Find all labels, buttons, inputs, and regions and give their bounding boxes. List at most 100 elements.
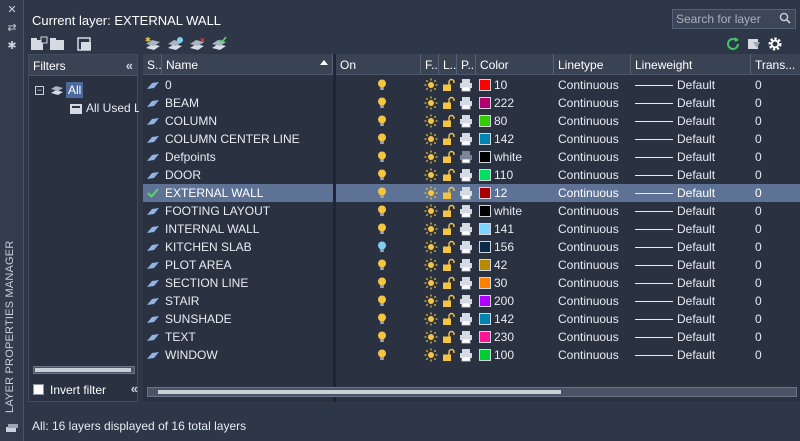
thaw-sun-icon[interactable] (424, 222, 438, 236)
column-header-on[interactable]: On (336, 54, 421, 75)
layer-row[interactable]: DOOR 110 Continuous Default 0 (143, 166, 800, 184)
layer-name[interactable]: PLOT AREA (165, 256, 333, 274)
linetype-value[interactable]: Continuous (558, 292, 630, 310)
color-value[interactable]: 141 (494, 220, 554, 238)
transparency-value[interactable]: 0 (755, 274, 795, 292)
unlock-icon[interactable] (441, 276, 455, 290)
linetype-value[interactable]: Continuous (558, 148, 630, 166)
color-value[interactable]: 110 (494, 166, 554, 184)
unlock-icon[interactable] (441, 168, 455, 182)
lightbulb-on-icon[interactable] (375, 114, 389, 128)
linetype-value[interactable]: Continuous (558, 184, 630, 202)
lightbulb-on-icon[interactable] (375, 168, 389, 182)
delete-layer-icon[interactable]: ✕ (188, 36, 206, 52)
color-value[interactable]: 200 (494, 292, 554, 310)
filters-scroll-thumb[interactable] (35, 368, 131, 372)
lightbulb-on-icon[interactable] (375, 258, 389, 272)
layer-row[interactable]: EXTERNAL WALL 12 Continuous Default 0 (143, 184, 800, 202)
layer-row[interactable]: Defpoints white Continuous Default 0 (143, 148, 800, 166)
lightbulb-on-icon[interactable] (375, 186, 389, 200)
unlock-icon[interactable] (441, 312, 455, 326)
unlock-icon[interactable] (441, 330, 455, 344)
filter-tree-all[interactable]: − All (33, 82, 133, 98)
new-layer-vp-frozen-icon[interactable] (166, 36, 184, 52)
color-value[interactable]: 142 (494, 310, 554, 328)
linetype-value[interactable]: Continuous (558, 346, 630, 364)
transparency-value[interactable]: 0 (755, 328, 795, 346)
layer-row[interactable]: COLUMN CENTER LINE 142 Continuous Default 0 (143, 130, 800, 148)
layer-row[interactable]: STAIR 200 Continuous Default 0 (143, 292, 800, 310)
filter-tree-all-used-layers[interactable]: All Used La (69, 100, 139, 116)
color-swatch[interactable] (479, 331, 491, 343)
layer-row[interactable]: BEAM 222 Continuous Default 0 (143, 94, 800, 112)
linetype-value[interactable]: Continuous (558, 238, 630, 256)
linetype-value[interactable]: Continuous (558, 76, 630, 94)
transparency-value[interactable]: 0 (755, 148, 795, 166)
layer-list-scroll-thumb[interactable] (158, 390, 561, 394)
lineweight-value[interactable]: Default (677, 274, 747, 292)
color-swatch[interactable] (479, 187, 491, 199)
transparency-value[interactable]: 0 (755, 130, 795, 148)
unlock-icon[interactable] (441, 294, 455, 308)
color-swatch[interactable] (479, 79, 491, 91)
lightbulb-on-icon[interactable] (375, 240, 389, 254)
linetype-value[interactable]: Continuous (558, 202, 630, 220)
column-header-color[interactable]: Color (476, 54, 554, 75)
thaw-sun-icon[interactable] (424, 312, 438, 326)
color-value[interactable]: white (494, 148, 554, 166)
layer-states-manager-icon[interactable] (76, 36, 94, 52)
lineweight-value[interactable]: Default (677, 292, 747, 310)
set-current-icon[interactable] (210, 36, 228, 52)
unlock-icon[interactable] (441, 240, 455, 254)
new-group-filter-icon[interactable] (49, 36, 67, 52)
gear-icon[interactable] (766, 36, 784, 52)
color-value[interactable]: 12 (494, 184, 554, 202)
unlock-icon[interactable] (441, 132, 455, 146)
plot-printer-icon[interactable] (459, 78, 473, 92)
column-header-name[interactable]: Name (162, 54, 333, 75)
unlock-icon[interactable] (441, 78, 455, 92)
plot-printer-icon[interactable] (459, 312, 473, 326)
plot-printer-icon[interactable] (459, 276, 473, 290)
column-header-plot[interactable]: P... (457, 54, 476, 75)
plot-printer-icon[interactable] (459, 204, 473, 218)
layer-row[interactable]: KITCHEN SLAB 156 Continuous Default 0 (143, 238, 800, 256)
layer-list-horizontal-scrollbar[interactable] (147, 387, 797, 397)
color-swatch[interactable] (479, 97, 491, 109)
refresh-icon[interactable] (724, 36, 742, 52)
column-header-lock[interactable]: L... (439, 54, 457, 75)
layer-name[interactable]: COLUMN (165, 112, 333, 130)
invert-filter-checkbox[interactable] (33, 384, 44, 395)
collapse-tree-icon[interactable]: « (131, 381, 138, 396)
lightbulb-on-icon[interactable] (375, 132, 389, 146)
linetype-value[interactable]: Continuous (558, 310, 630, 328)
plot-printer-icon[interactable] (459, 240, 473, 254)
thaw-sun-icon[interactable] (424, 258, 438, 272)
color-swatch[interactable] (479, 223, 491, 235)
plot-printer-icon[interactable] (459, 330, 473, 344)
plot-printer-icon[interactable] (459, 96, 473, 110)
color-swatch[interactable] (479, 277, 491, 289)
lineweight-value[interactable]: Default (677, 76, 747, 94)
transparency-value[interactable]: 0 (755, 202, 795, 220)
thaw-sun-icon[interactable] (424, 240, 438, 254)
color-value[interactable]: 80 (494, 112, 554, 130)
color-swatch[interactable] (479, 169, 491, 181)
transparency-value[interactable]: 0 (755, 292, 795, 310)
layer-name[interactable]: BEAM (165, 94, 333, 112)
thaw-sun-icon[interactable] (424, 348, 438, 362)
layer-name[interactable]: TEXT (165, 328, 333, 346)
color-value[interactable]: 156 (494, 238, 554, 256)
linetype-value[interactable]: Continuous (558, 274, 630, 292)
plot-printer-icon[interactable] (459, 168, 473, 182)
color-value[interactable]: 42 (494, 256, 554, 274)
lightbulb-on-icon[interactable] (375, 294, 389, 308)
new-property-filter-icon[interactable] (30, 36, 48, 52)
filters-horizontal-scrollbar[interactable] (33, 366, 135, 374)
lineweight-value[interactable]: Default (677, 256, 747, 274)
thaw-sun-icon[interactable] (424, 294, 438, 308)
lightbulb-on-icon[interactable] (375, 96, 389, 110)
layer-name[interactable]: COLUMN CENTER LINE (165, 130, 333, 148)
layer-row[interactable]: WINDOW 100 Continuous Default 0 (143, 346, 800, 364)
color-swatch[interactable] (479, 205, 491, 217)
